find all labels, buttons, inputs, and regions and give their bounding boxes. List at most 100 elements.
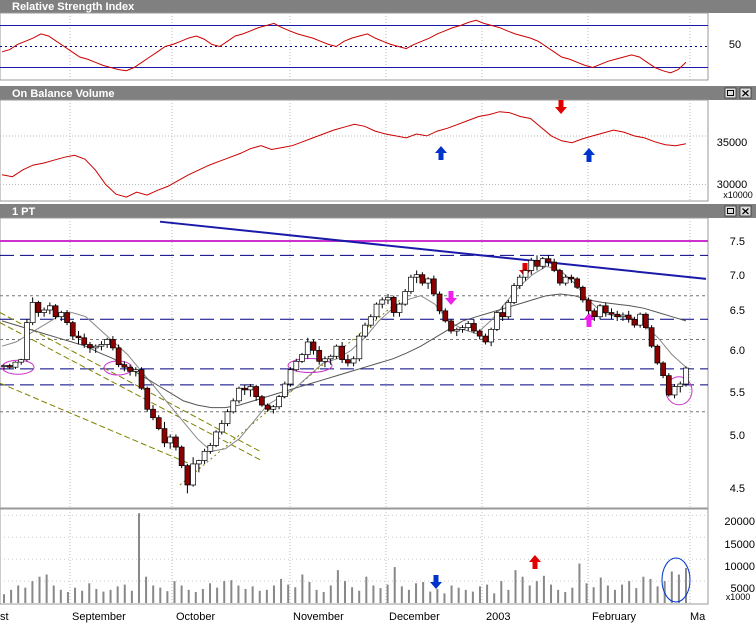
volume-bar: [301, 574, 304, 603]
volume-bar: [66, 592, 69, 603]
candle: [236, 386, 242, 404]
volume-bar: [31, 581, 34, 603]
volume-bar: [670, 571, 673, 603]
volume-bar: [95, 588, 98, 603]
volume-bar: [329, 585, 332, 603]
candle: [648, 325, 655, 348]
volume-bar: [613, 589, 616, 603]
volume-bar: [550, 584, 553, 603]
candle: [259, 394, 265, 407]
candle: [213, 430, 219, 448]
candle: [356, 333, 363, 362]
candle: [155, 415, 162, 431]
price-panel-title: 1 PT: [12, 206, 36, 218]
price-tick-7.5: 7.5: [730, 236, 745, 248]
volume-bar: [571, 587, 574, 603]
volume-bar: [407, 589, 410, 603]
candle: [654, 344, 661, 365]
candle: [557, 268, 563, 286]
volume-bar: [10, 589, 13, 603]
volume-bar: [244, 588, 247, 603]
obv-maximize-button[interactable]: [724, 87, 737, 99]
volume-bar: [635, 588, 638, 603]
volume-bar: [152, 585, 155, 603]
volume-bar: [649, 578, 652, 603]
volume-bar: [137, 513, 140, 603]
volume-bar: [365, 576, 368, 603]
candle: [144, 386, 151, 412]
volume-bar: [159, 587, 162, 603]
volume-bar: [564, 592, 567, 603]
candle: [64, 310, 70, 326]
candle: [579, 285, 586, 303]
volume-bar: [535, 581, 538, 603]
volume-bar: [223, 581, 226, 603]
candle: [683, 366, 689, 387]
stock-chart: Relative Strength Index 50 On Balance Vo…: [0, 0, 756, 623]
volume-bar: [38, 576, 41, 603]
x-label-august: st: [0, 611, 9, 623]
volume-bar: [201, 588, 204, 603]
candle: [299, 352, 305, 363]
volume-bar: [379, 588, 382, 603]
volume-tick-15000: 15000: [724, 539, 755, 551]
obv-close-button[interactable]: [739, 87, 752, 99]
volume-bar: [322, 592, 325, 603]
volume-bar: [358, 590, 361, 603]
volume-bar: [52, 585, 55, 603]
volume-bar: [599, 577, 602, 603]
obv-unit-label: x10000: [723, 190, 753, 200]
price-tick-6.5: 6.5: [730, 305, 745, 317]
volume-bar: [393, 567, 396, 603]
volume-bar: [287, 584, 290, 603]
volume-bar: [187, 589, 190, 603]
volume-bar: [685, 567, 687, 603]
volume-bar: [59, 589, 62, 603]
candle: [138, 367, 145, 390]
x-label-march: Ma: [690, 611, 706, 623]
volume-bar: [415, 583, 418, 603]
price-tick-7.0: 7.0: [730, 270, 745, 282]
candle: [637, 312, 644, 328]
price-close-button[interactable]: [739, 205, 752, 217]
x-label-february: February: [592, 611, 637, 623]
volume-bar: [514, 570, 517, 603]
price-tick-5.5: 5.5: [730, 387, 745, 399]
volume-bar: [372, 585, 375, 603]
price-tick-4.5: 4.5: [730, 483, 745, 495]
volume-bar: [656, 586, 659, 603]
candle: [660, 361, 666, 379]
volume-tick-20000: 20000: [724, 516, 755, 528]
candle: [643, 312, 649, 330]
rsi-panel: Relative Strength Index 50: [0, 0, 756, 81]
volume-bar: [216, 587, 219, 603]
price-tick-6.0: 6.0: [730, 345, 745, 357]
volume-bar: [173, 581, 176, 603]
volume-bar: [265, 589, 268, 603]
volume-bar: [109, 589, 112, 603]
volume-panel: 20000 15000 10000 5000 x1000: [0, 508, 755, 605]
volume-bar: [422, 581, 425, 603]
candle: [505, 299, 512, 320]
volume-bar: [628, 581, 631, 603]
x-label-december: December: [389, 611, 440, 623]
volume-bar: [557, 589, 560, 603]
candle: [436, 291, 443, 315]
price-maximize-button[interactable]: [724, 205, 737, 217]
candle: [511, 283, 517, 305]
candle: [115, 344, 122, 368]
volume-bar: [81, 590, 84, 603]
volume-bar: [251, 586, 254, 603]
volume-bar: [17, 585, 20, 603]
candle: [494, 310, 500, 332]
candle: [597, 304, 603, 320]
candle: [373, 302, 380, 320]
volume-bar: [237, 585, 240, 603]
candle: [224, 409, 231, 427]
volume-bar: [471, 591, 474, 603]
volume-bar: [436, 588, 439, 603]
candle: [287, 367, 294, 387]
volume-bar: [578, 563, 581, 603]
volume-tick-10000: 10000: [724, 561, 755, 573]
volume-bar: [123, 584, 126, 603]
